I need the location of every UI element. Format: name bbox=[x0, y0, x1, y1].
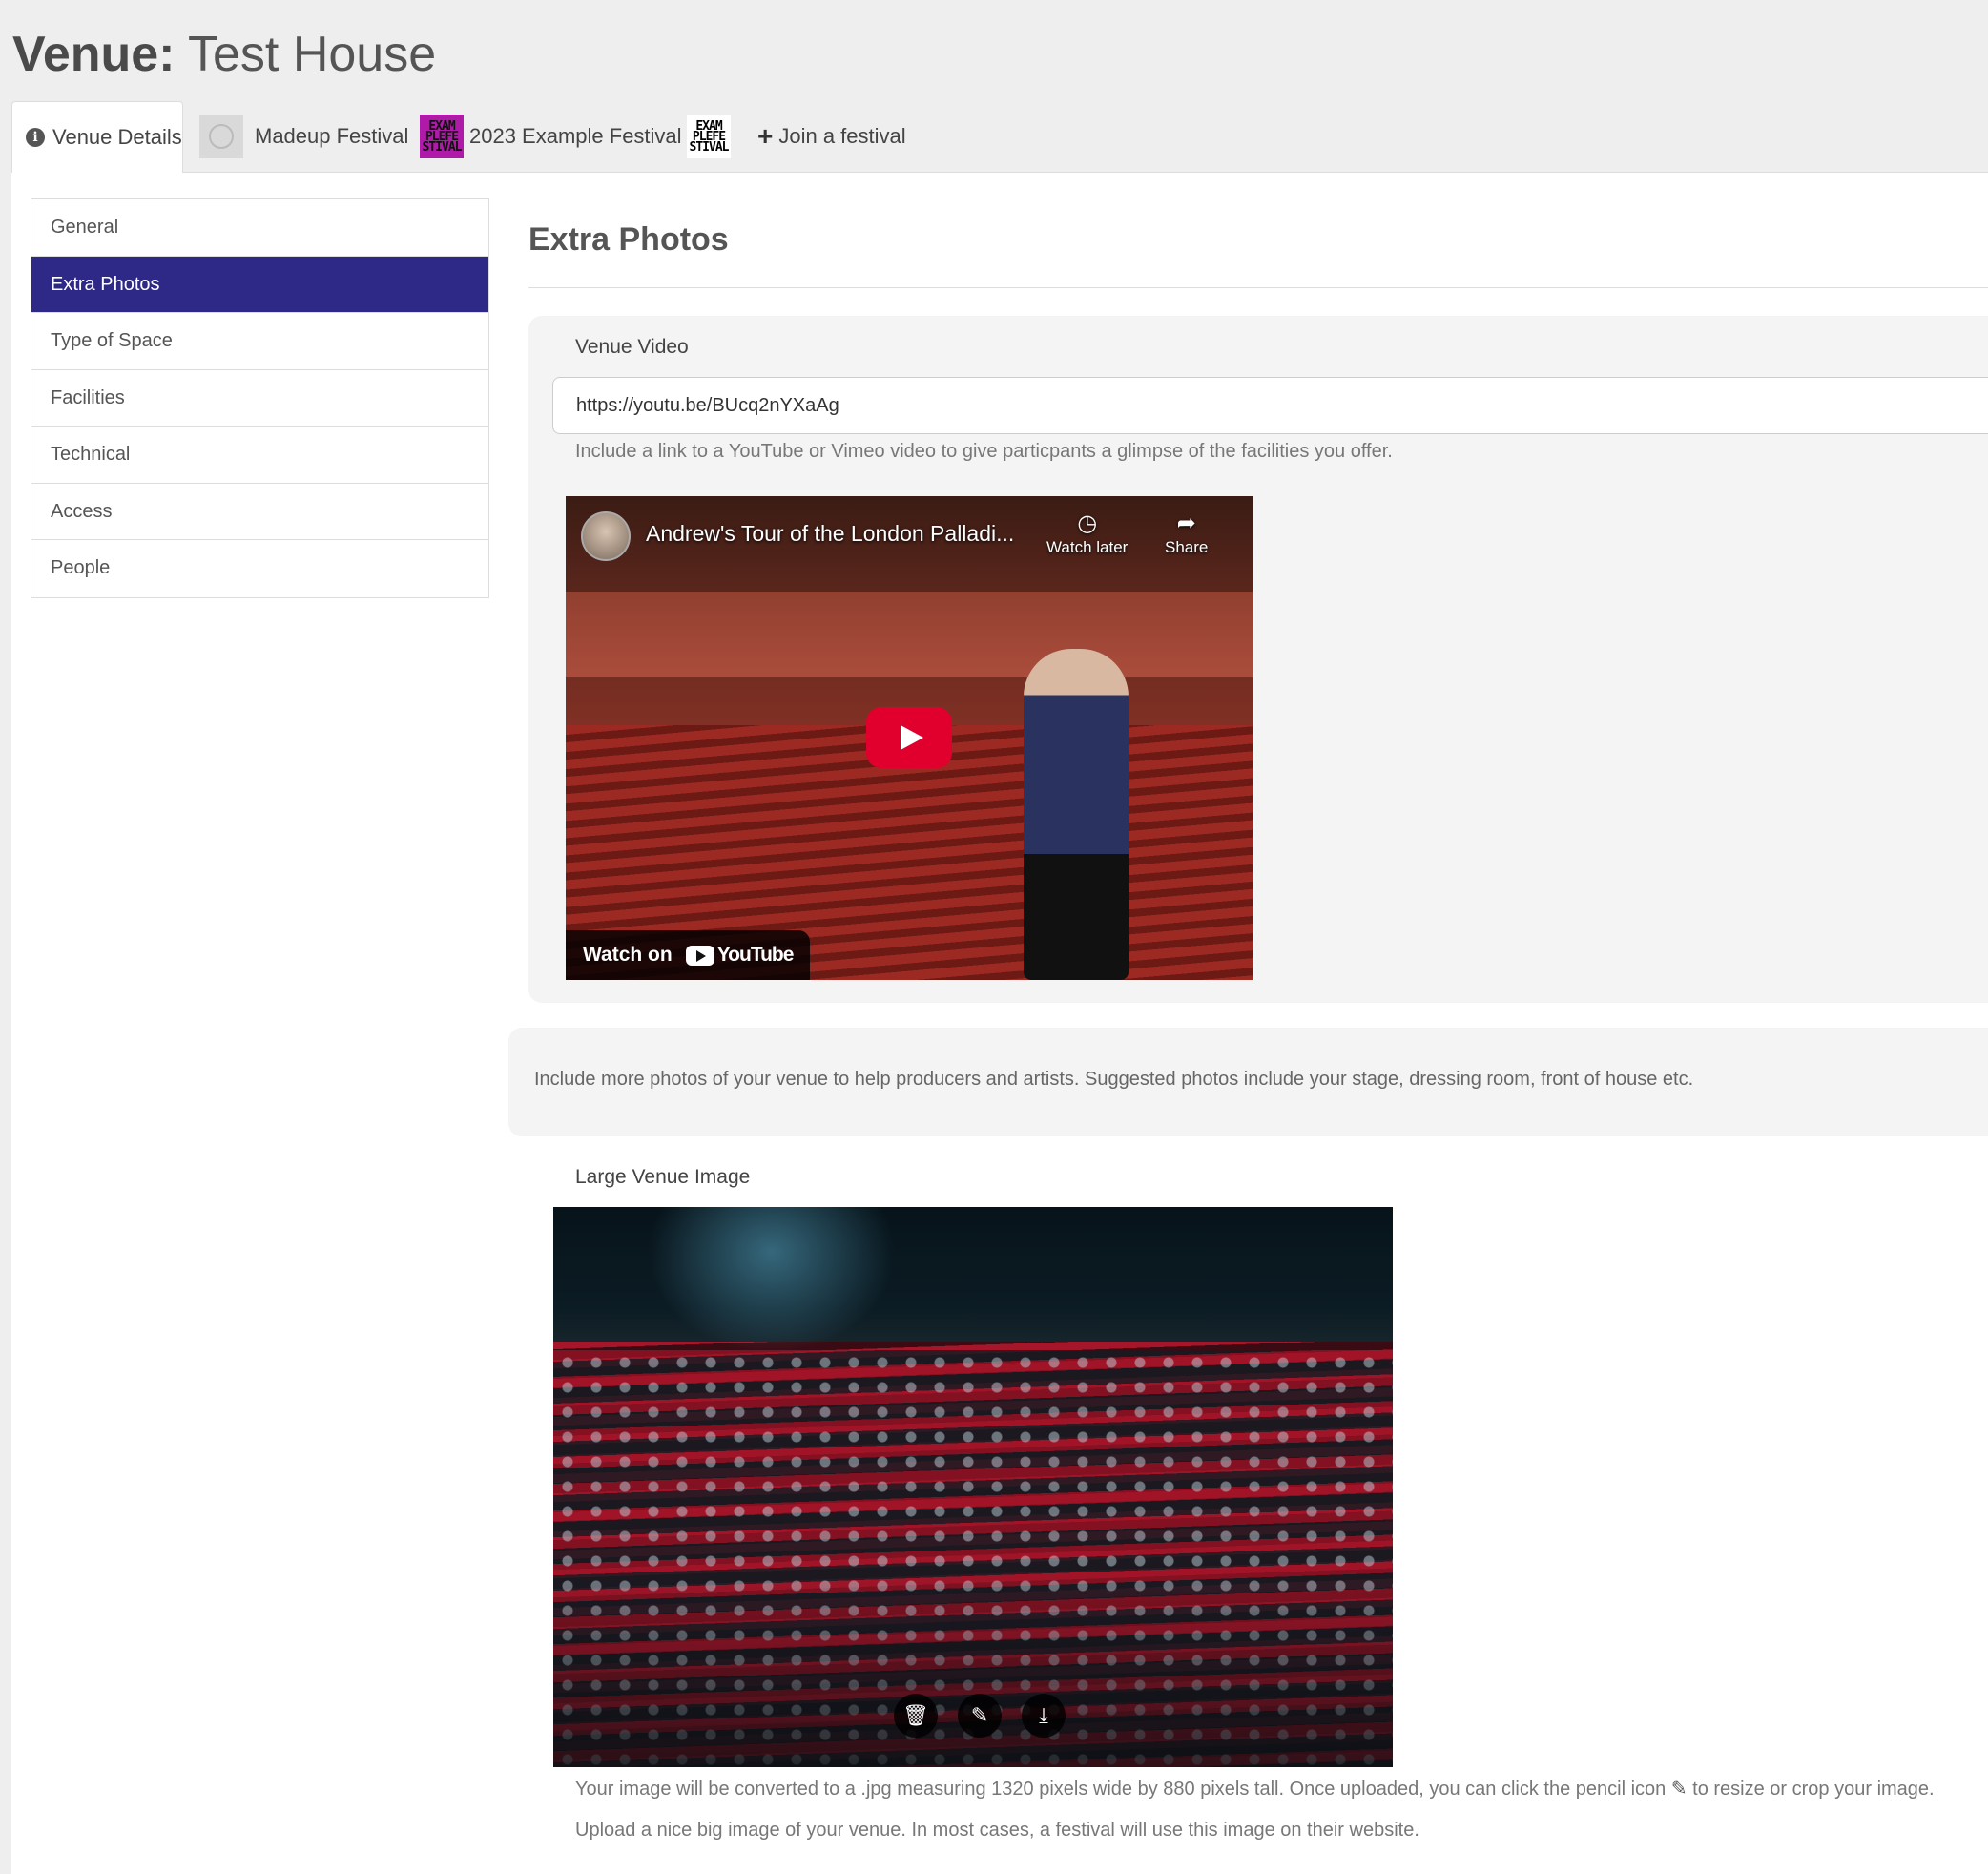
youtube-logo-icon: YouTube bbox=[685, 944, 794, 967]
page-title: Venue: Test House bbox=[12, 21, 436, 88]
tab-label: Madeup Festival bbox=[255, 124, 409, 148]
venue-video-url-input[interactable] bbox=[552, 377, 1988, 434]
venue-video-label: Venue Video bbox=[575, 336, 689, 358]
tab-join-festival[interactable]: + Join a festival bbox=[757, 101, 906, 172]
video-thumbnail-balcony bbox=[566, 592, 1253, 677]
large-image-help: Your image will be converted to a .jpg m… bbox=[575, 1777, 1935, 1801]
channel-avatar[interactable] bbox=[581, 511, 631, 561]
play-button[interactable] bbox=[866, 707, 952, 768]
large-venue-image-label: Large Venue Image bbox=[575, 1166, 751, 1188]
sidebar-nav: General Extra Photos Type of Space Facil… bbox=[31, 198, 489, 598]
tab-label: Venue Details bbox=[52, 125, 182, 149]
download-icon: ⤓ bbox=[1039, 1703, 1048, 1727]
watch-on-label: Watch on bbox=[583, 944, 673, 966]
sidebar-item-type-of-space[interactable]: Type of Space bbox=[31, 313, 488, 370]
delete-image-button[interactable]: 🗑 bbox=[894, 1694, 938, 1738]
photos-info-text: Include more photos of your venue to hel… bbox=[534, 1069, 1694, 1090]
sidebar-item-technical[interactable]: Technical bbox=[31, 427, 488, 484]
share-button[interactable]: ➦ Share bbox=[1165, 510, 1208, 557]
tab-venue-details[interactable]: i Venue Details bbox=[11, 101, 183, 173]
page-title-prefix: Venue: bbox=[12, 27, 176, 82]
sidebar-item-people[interactable]: People bbox=[31, 540, 488, 597]
share-label: Share bbox=[1165, 538, 1209, 556]
pencil-icon: ✎ bbox=[970, 1703, 989, 1727]
large-image-help-2: Upload a nice big image of your venue. I… bbox=[575, 1820, 1419, 1841]
section-title: Extra Photos bbox=[528, 221, 729, 258]
tab-label: Join a festival bbox=[778, 124, 906, 148]
edit-image-button[interactable]: ✎ bbox=[958, 1694, 1002, 1738]
venue-video-help: Include a link to a YouTube or Vimeo vid… bbox=[575, 441, 1393, 462]
watch-later-button[interactable]: ◷ Watch later bbox=[1046, 510, 1128, 557]
pencil-icon: ✎ bbox=[1670, 1779, 1688, 1800]
image-shade bbox=[553, 1576, 1393, 1767]
info-circle-icon: i bbox=[26, 128, 45, 147]
trash-icon: 🗑 bbox=[902, 1703, 929, 1727]
large-venue-image: 🗑 ✎ ⤓ bbox=[553, 1207, 1393, 1767]
venue-name: Test House bbox=[188, 27, 437, 82]
sidebar-item-facilities[interactable]: Facilities bbox=[31, 370, 488, 427]
youtube-embed[interactable]: Andrew's Tour of the London Palladi... ◷… bbox=[566, 496, 1253, 980]
large-image-help-after: to resize or crop your image. bbox=[1692, 1779, 1935, 1800]
festival-logo-icon: EXAM PLEFE STIVAL bbox=[687, 115, 731, 158]
plus-icon: + bbox=[757, 121, 774, 151]
video-title[interactable]: Andrew's Tour of the London Palladi... bbox=[646, 521, 1014, 547]
share-icon: ➦ bbox=[1176, 510, 1196, 536]
tab-bar: i Venue Details Madeup Festival EXAM PLEF… bbox=[11, 101, 1988, 173]
sidebar-item-extra-photos[interactable]: Extra Photos bbox=[31, 256, 488, 313]
tab-2023-example-festival[interactable]: EXAM PLEFE STIVAL 2023 Example Festival bbox=[420, 101, 682, 172]
tab-label: 2023 Example Festival bbox=[469, 124, 682, 148]
festival-logo-icon bbox=[199, 115, 243, 158]
sidebar-item-access[interactable]: Access bbox=[31, 484, 488, 540]
download-image-button[interactable]: ⤓ bbox=[1022, 1694, 1066, 1738]
tab-festival-logo-only[interactable]: EXAM PLEFE STIVAL bbox=[687, 101, 736, 172]
watch-later-label: Watch later bbox=[1046, 538, 1129, 556]
festival-logo-icon: EXAM PLEFE STIVAL bbox=[420, 115, 464, 158]
tab-madeup-festival[interactable]: Madeup Festival bbox=[199, 101, 408, 172]
large-image-help-before: Your image will be converted to a .jpg m… bbox=[575, 1779, 1667, 1800]
watch-on-youtube-link[interactable]: Watch on YouTube bbox=[566, 930, 811, 980]
clock-icon: ◷ bbox=[1077, 510, 1098, 536]
video-thumbnail-person bbox=[1024, 649, 1129, 980]
sidebar-item-general[interactable]: General bbox=[31, 199, 488, 257]
divider bbox=[528, 287, 1988, 288]
